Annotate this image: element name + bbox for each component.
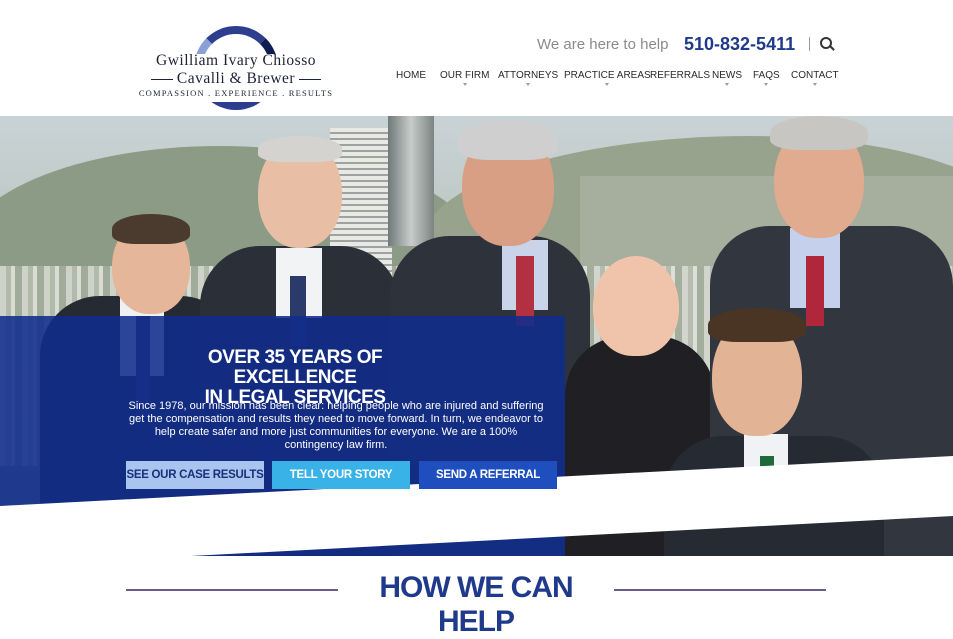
nav-item-practice-areas[interactable]: PRACTICE AREAS: [564, 70, 651, 86]
hero-headline: OVER 35 YEARS OF EXCELLENCE IN LEGAL SER…: [204, 347, 386, 408]
nav-item-contact[interactable]: CONTACT: [791, 70, 839, 86]
logo-firm-name-line2: Cavalli & Brewer: [130, 70, 342, 88]
section-divider-right: [614, 589, 826, 591]
nav-item-our-firm[interactable]: OUR FIRM: [440, 70, 489, 86]
search-icon[interactable]: [820, 37, 835, 51]
header-tagline: We are here to help: [537, 36, 669, 53]
firm-logo[interactable]: Gwilliam Ivary Chiosso Cavalli & Brewer …: [130, 18, 342, 140]
nav-item-news[interactable]: NEWS: [712, 70, 742, 86]
section-title: HOW WE CAN HELP: [379, 571, 573, 638]
chevron-down-icon: [605, 83, 610, 86]
chevron-down-icon: [764, 83, 769, 86]
see-case-results-button[interactable]: SEE OUR CASE RESULTS: [126, 461, 264, 489]
nav-item-referrals[interactable]: REFERRALS: [650, 70, 710, 81]
chevron-down-icon: [526, 83, 531, 86]
chevron-down-icon: [462, 83, 467, 86]
send-referral-button[interactable]: SEND A REFERRAL: [419, 461, 557, 489]
chevron-down-icon: [812, 83, 817, 86]
nav-item-faqs[interactable]: FAQS: [753, 70, 780, 86]
logo-motto: COMPASSION . EXPERIENCE . RESULTS: [138, 88, 334, 98]
header-divider: [809, 37, 810, 51]
phone-link[interactable]: 510-832-5411: [684, 34, 795, 55]
tell-your-story-button[interactable]: TELL YOUR STORY: [272, 461, 410, 489]
section-divider-left: [126, 589, 338, 591]
chevron-down-icon: [725, 83, 729, 86]
hero-description: Since 1978, our mission has been clear: …: [128, 400, 544, 451]
logo-firm-name-line1: Gwilliam Ivary Chiosso: [156, 52, 316, 69]
hero-banner: OVER 35 YEARS OF EXCELLENCE IN LEGAL SER…: [0, 116, 953, 556]
site-header: Gwilliam Ivary Chiosso Cavalli & Brewer …: [0, 0, 953, 140]
nav-item-home[interactable]: HOME: [396, 70, 426, 81]
nav-item-attorneys[interactable]: ATTORNEYS: [498, 70, 558, 86]
